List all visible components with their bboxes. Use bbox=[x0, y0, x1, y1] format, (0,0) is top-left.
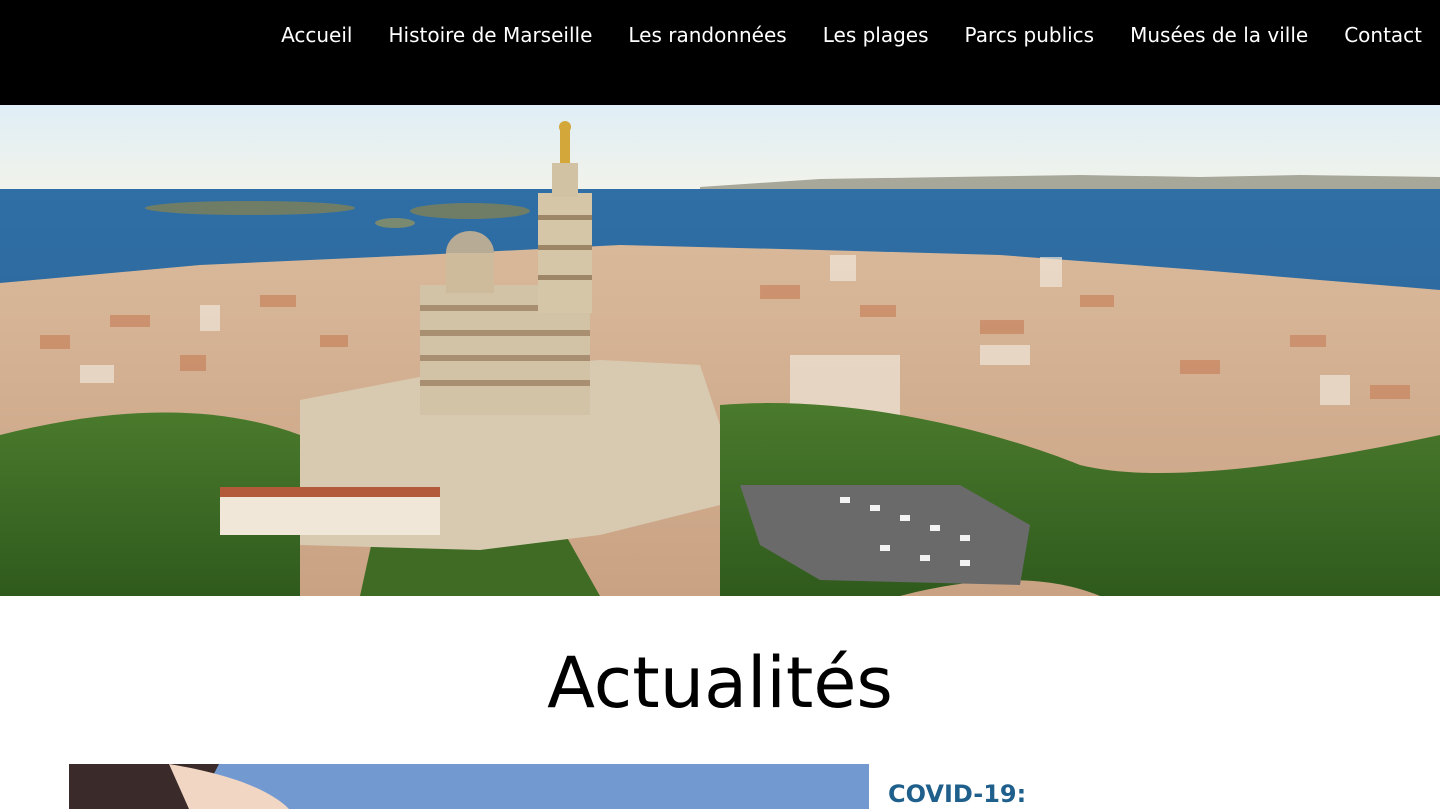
news-heading-covid[interactable]: COVID-19: bbox=[888, 780, 1026, 808]
nav-item-accueil[interactable]: Accueil bbox=[281, 23, 352, 47]
nav-item-histoire[interactable]: Histoire de Marseille bbox=[388, 23, 592, 47]
nav-item-musees[interactable]: Musées de la ville bbox=[1130, 23, 1308, 47]
news-image[interactable] bbox=[69, 764, 869, 809]
nav-item-plages[interactable]: Les plages bbox=[823, 23, 929, 47]
hero-banner-image bbox=[0, 105, 1440, 596]
nav-item-parcs[interactable]: Parcs publics bbox=[965, 23, 1095, 47]
marseille-panorama bbox=[0, 105, 1440, 596]
top-navigation: Accueil Histoire de Marseille Les randon… bbox=[0, 0, 1440, 105]
nav-item-randonnees[interactable]: Les randonnées bbox=[628, 23, 786, 47]
news-photo bbox=[69, 764, 869, 809]
nav-item-contact[interactable]: Contact bbox=[1344, 23, 1422, 47]
section-title: Actualités bbox=[547, 642, 893, 724]
nav-menu: Accueil Histoire de Marseille Les randon… bbox=[245, 0, 1440, 70]
